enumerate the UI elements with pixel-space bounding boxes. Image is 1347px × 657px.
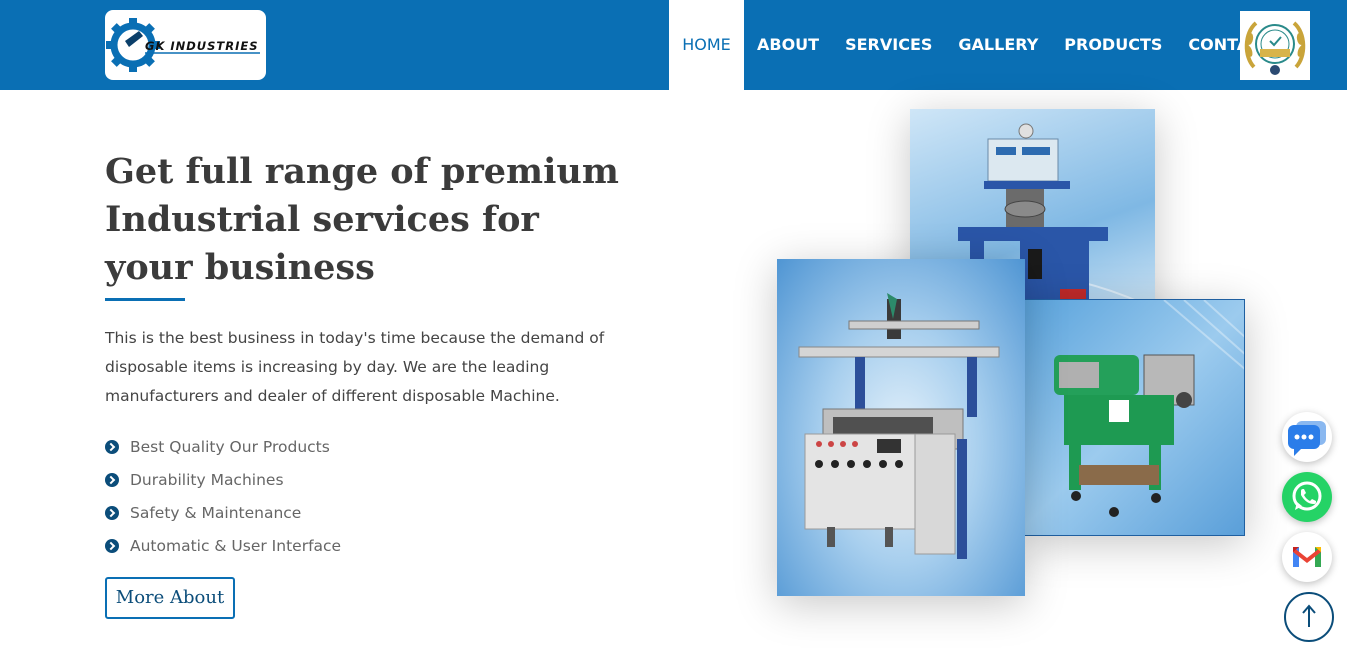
chat-icon bbox=[1288, 421, 1326, 456]
title-underline bbox=[105, 298, 185, 301]
scroll-to-top-button[interactable] bbox=[1284, 592, 1334, 642]
feature-item: Automatic & User Interface bbox=[105, 529, 341, 562]
certified-company-badge bbox=[1240, 11, 1310, 80]
nav-products[interactable]: PRODUCTS bbox=[1064, 0, 1162, 90]
chevron-right-circle-icon bbox=[105, 439, 119, 454]
feature-label: Durability Machines bbox=[130, 470, 284, 489]
sealing-machine-image bbox=[1023, 299, 1245, 536]
feature-item: Durability Machines bbox=[105, 463, 341, 496]
chevron-right-circle-icon bbox=[105, 472, 119, 487]
whatsapp-icon bbox=[1292, 481, 1322, 511]
feature-label: Automatic & User Interface bbox=[130, 536, 342, 555]
site-logo[interactable]: GK INDUSTRIES bbox=[105, 10, 266, 80]
thermoforming-machine-image bbox=[777, 259, 1025, 596]
logo-text: GK INDUSTRIES bbox=[145, 39, 259, 53]
main-nav: HOME ABOUT SERVICES GALLERY PRODUCTS CON… bbox=[669, 0, 1272, 90]
nav-home[interactable]: HOME bbox=[669, 0, 744, 90]
chevron-right-circle-icon bbox=[105, 538, 119, 553]
site-header: GK INDUSTRIES HOME ABOUT SERVICES GALLER… bbox=[0, 0, 1347, 90]
award-badge-icon bbox=[1244, 21, 1306, 75]
nav-services[interactable]: SERVICES bbox=[845, 0, 932, 90]
arrow-up-icon bbox=[1302, 604, 1316, 627]
nav-about[interactable]: ABOUT bbox=[757, 0, 819, 90]
chat-button[interactable] bbox=[1282, 412, 1332, 462]
feature-label: Safety & Maintenance bbox=[130, 503, 302, 522]
feature-label: Best Quality Our Products bbox=[130, 437, 330, 456]
hero-title: Get full range of premium Industrial ser… bbox=[105, 151, 619, 288]
chevron-right-circle-icon bbox=[105, 505, 119, 520]
hero-description: This is the best business in today's tim… bbox=[105, 329, 605, 405]
whatsapp-button[interactable] bbox=[1282, 472, 1332, 522]
gmail-button[interactable] bbox=[1282, 532, 1332, 582]
feature-item: Safety & Maintenance bbox=[105, 496, 341, 529]
gmail-icon bbox=[1293, 547, 1321, 567]
feature-item: Best Quality Our Products bbox=[105, 430, 341, 463]
feature-list: Best Quality Our Products Durability Mac… bbox=[105, 430, 341, 562]
more-about-button[interactable]: More About bbox=[105, 577, 235, 619]
nav-gallery[interactable]: GALLERY bbox=[958, 0, 1038, 90]
